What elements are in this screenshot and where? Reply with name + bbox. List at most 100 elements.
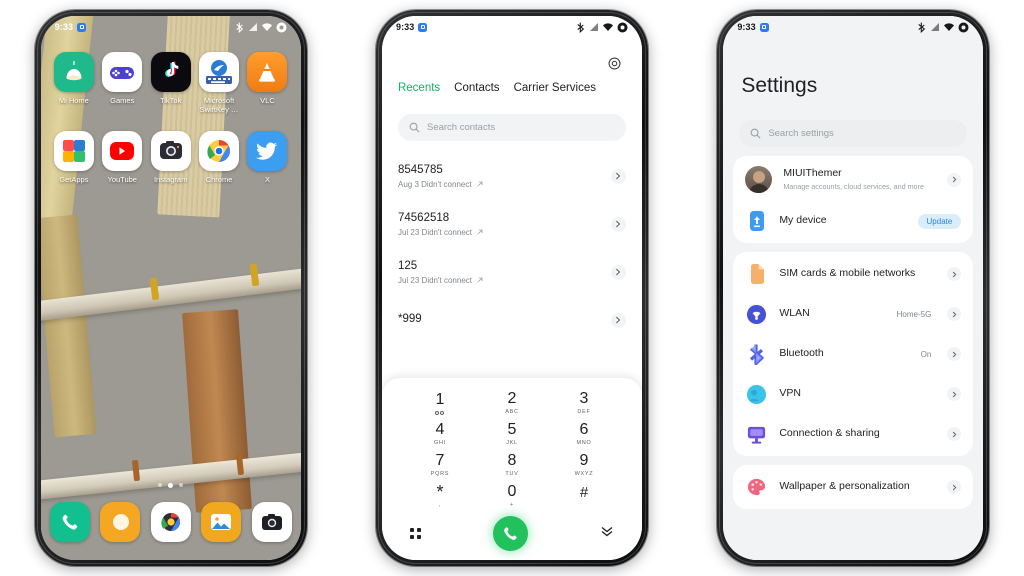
app-swiftkey[interactable]: Microsoft SwiftKey … (195, 52, 243, 115)
bluetooth-icon (236, 22, 243, 33)
status-bar-left: 9:33 (737, 22, 769, 32)
connection-sharing-icon (745, 423, 768, 446)
app-label: Mi Home (58, 96, 89, 105)
search-settings-input[interactable]: Search settings (739, 120, 968, 147)
table-row[interactable]: 8545785 Aug 3 Didn't connect (382, 152, 642, 200)
browser-icon[interactable] (100, 502, 141, 542)
app-x-twitter[interactable]: X (243, 130, 291, 184)
signal-icon (589, 23, 598, 31)
account-subtitle: Manage accounts, cloud services, and mor… (783, 181, 924, 191)
sidebar-item-sim-cards[interactable]: SIM cards & mobile networks (733, 254, 973, 294)
chevron-right-icon[interactable] (610, 312, 626, 328)
call-button[interactable] (492, 515, 528, 551)
key-letters: JKL (506, 440, 518, 446)
status-bar-right (576, 22, 628, 33)
app-label: GetApps (59, 174, 89, 184)
dialpad-key-6[interactable]: 6 MNO (548, 419, 620, 450)
sidebar-item-wallpaper[interactable]: Wallpaper & personalization (733, 467, 973, 507)
notification-square-icon (77, 22, 87, 32)
row-label: SIM cards & mobile networks (779, 267, 916, 280)
app-getapps[interactable]: GetApps (50, 130, 98, 184)
chevron-right-icon[interactable] (947, 172, 962, 187)
app-label: YouTube (107, 174, 137, 184)
tab-recents[interactable]: Recents (398, 82, 440, 96)
dialpad-key-7[interactable]: 7 PQRS (404, 450, 476, 481)
chevron-right-icon[interactable] (947, 427, 962, 441)
search-contacts-input[interactable]: Search contacts (397, 114, 626, 141)
phone-dialer: 9:33 Recents Contacts Carrier Services S… (375, 10, 648, 566)
phone-icon[interactable] (49, 502, 90, 542)
sidebar-item-my-device[interactable]: My device Update (733, 201, 973, 241)
table-row[interactable]: 74562518 Jul 23 Didn't connect (382, 200, 642, 248)
signal-icon (248, 23, 257, 31)
phone-settings: 9:33 Settings Search settings MIUIThemer… (717, 10, 990, 566)
chevron-right-icon[interactable] (947, 387, 962, 401)
x-twitter-icon (247, 130, 288, 171)
device-text: My device (779, 214, 906, 228)
app-games[interactable]: Games (98, 52, 146, 115)
status-bar-left: 9:33 (396, 22, 428, 32)
call-info: *999 (398, 312, 611, 328)
dialpad-key-star[interactable]: * , (404, 481, 476, 512)
app-instagram[interactable]: Instagram (146, 130, 194, 184)
sidebar-item-bluetooth[interactable]: Bluetooth On (733, 334, 973, 374)
call-detail: Jul 23 Didn't connect (398, 228, 611, 237)
sidebar-item-wlan[interactable]: WLAN Home-5G (733, 294, 973, 334)
chevron-right-icon[interactable] (610, 216, 626, 232)
chevron-right-icon[interactable] (947, 307, 962, 321)
dialpad-key-9[interactable]: 9 WXYZ (548, 450, 620, 481)
key-digit: 3 (579, 390, 589, 407)
chevron-right-icon[interactable] (947, 347, 962, 361)
chevron-right-icon[interactable] (610, 168, 626, 184)
camera-icon[interactable] (251, 502, 292, 542)
dialer-screen: 9:33 Recents Contacts Carrier Services S… (381, 16, 642, 560)
key-digit: 1 (435, 391, 445, 408)
table-row[interactable]: 125 Jul 23 Didn't connect (382, 248, 642, 296)
chevron-right-icon[interactable] (947, 267, 962, 281)
dialpad-key-4[interactable]: 4 GHI (404, 419, 476, 450)
app-vlc[interactable]: VLC (243, 52, 291, 115)
notification-square-icon (759, 22, 769, 32)
dialpad-key-8[interactable]: 8 TUV (476, 450, 548, 481)
chevron-right-icon[interactable] (610, 264, 626, 280)
settings-list[interactable]: MIUIThemer Manage accounts, cloud servic… (723, 156, 983, 560)
sidebar-item-vpn[interactable]: VPN (733, 374, 973, 414)
vpn-icon (745, 383, 768, 406)
assistant-icon[interactable] (150, 502, 191, 542)
app-chrome[interactable]: Chrome (195, 130, 243, 184)
app-youtube[interactable]: YouTube (98, 130, 146, 184)
dialpad-key-3[interactable]: 3 DEF (548, 388, 620, 419)
page-indicator (41, 483, 301, 488)
double-chevron-down-icon[interactable] (600, 524, 614, 542)
tab-carrier-services[interactable]: Carrier Services (514, 82, 596, 96)
keypad-dots-icon[interactable] (409, 527, 421, 539)
dialpad-key-0[interactable]: 0 + (476, 481, 548, 512)
app-tiktok[interactable]: TikTok (146, 52, 194, 115)
status-bar-left: 9:33 (55, 22, 87, 32)
dialpad-key-2[interactable]: 2 ABC (476, 388, 548, 419)
dialpad-key-5[interactable]: 5 JKL (476, 419, 548, 450)
gallery-icon[interactable] (201, 502, 242, 542)
row-label: Connection & sharing (779, 427, 880, 440)
app-mi-home[interactable]: Mi Home (50, 52, 98, 115)
table-row[interactable]: *999 (382, 296, 642, 344)
chevron-right-icon[interactable] (947, 480, 962, 494)
app-label: VLC (260, 96, 275, 105)
key-letters: TUV (505, 471, 519, 477)
dialpad-key-hash[interactable]: # (548, 481, 620, 512)
youtube-icon (102, 130, 143, 171)
device-icon (745, 210, 768, 233)
sidebar-item-connection-sharing[interactable]: Connection & sharing (733, 414, 973, 454)
tab-contacts[interactable]: Contacts (454, 82, 499, 96)
status-bar: 9:33 (382, 16, 642, 38)
chrome-icon (199, 130, 240, 171)
battery-icon (958, 22, 969, 32)
status-badge[interactable]: Update (917, 213, 962, 229)
gear-icon[interactable] (606, 54, 624, 72)
recent-calls-list[interactable]: 8545785 Aug 3 Didn't connect 74562518 Ju… (382, 152, 642, 386)
sidebar-item-account[interactable]: MIUIThemer Manage accounts, cloud servic… (733, 158, 973, 201)
call-info: 8545785 Aug 3 Didn't connect (398, 163, 611, 189)
getapps-icon (53, 130, 94, 171)
dialpad-key-1[interactable]: 1 (404, 388, 476, 419)
row-label: Bluetooth (779, 347, 824, 360)
